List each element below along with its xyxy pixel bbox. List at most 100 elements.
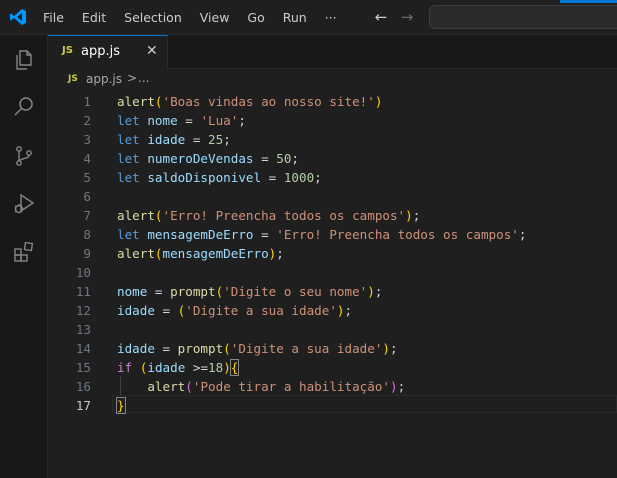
code-token: let (117, 132, 140, 147)
source-control-icon[interactable] (0, 134, 48, 178)
code-token: alert (117, 94, 155, 109)
code-text: let idade = 25; (117, 130, 231, 149)
line-number: 10 (75, 265, 91, 280)
code-token: alert (147, 379, 186, 394)
code-token: = (147, 284, 171, 299)
line-number: 4 (83, 151, 91, 166)
code-line[interactable]: 13 (48, 320, 617, 339)
code-token: ( (223, 341, 231, 356)
code-token: 'Digite a sua idade' (185, 303, 337, 318)
code-token: 50 (276, 151, 292, 166)
code-line[interactable]: 5 let saldoDisponivel = 1000; (48, 168, 617, 187)
code-line[interactable]: 15 if (idade >=18){ (48, 358, 617, 377)
code-line[interactable]: 9 alert(mensagemDeErro); (48, 244, 617, 263)
breadcrumb-file[interactable]: app.js (86, 72, 122, 86)
chevron-right-icon: > (127, 71, 138, 85)
line-number: 5 (83, 170, 91, 185)
code-token: 'Erro! Preencha todos os campos' (162, 208, 406, 223)
code-token: ; (238, 113, 246, 128)
search-icon[interactable] (0, 85, 48, 129)
code-token: ; (518, 227, 527, 242)
code-token: alert (117, 246, 155, 261)
code-token: { (229, 359, 240, 376)
breadcrumb: JS app.js > ... (48, 69, 617, 91)
explorer-icon[interactable] (0, 38, 48, 82)
tab-label: app.js (81, 44, 120, 59)
navigation-arrows: ← → (372, 8, 416, 26)
code-token: 18 (208, 360, 224, 375)
code-line[interactable]: 17} (48, 396, 617, 415)
code-token: ; (390, 341, 398, 356)
tab-app-js[interactable]: JS app.js ✕ (48, 35, 168, 69)
code-token: ; (397, 379, 406, 394)
run-debug-icon[interactable] (0, 182, 48, 226)
vscode-logo-icon[interactable] (9, 8, 27, 26)
code-token: idade (147, 360, 186, 375)
breadcrumb-more[interactable]: ... (138, 71, 149, 85)
code-token: prompt (170, 284, 216, 299)
menu-more[interactable]: ··· (316, 10, 346, 25)
code-token: let (117, 151, 140, 166)
code-token: ( (154, 208, 163, 223)
code-token: 'Digite a sua idade' (230, 341, 383, 356)
code-text: idade = ('Digite a sua idade'); (117, 301, 352, 320)
code-token: = (154, 303, 178, 318)
line-number: 16 (75, 379, 91, 394)
code-token: >= (185, 360, 209, 375)
line-number: 13 (75, 322, 91, 337)
code-line[interactable]: 4 let numeroDeVendas = 50; (48, 149, 617, 168)
code-line[interactable]: 16 alert('Pode tirar a habilitação'); (48, 377, 617, 396)
command-center-search[interactable] (429, 5, 617, 29)
code-editor[interactable]: 1 alert('Boas vindas ao nosso site!') 2 let… (48, 91, 617, 478)
code-line[interactable]: 1 alert('Boas vindas ao nosso site!') (48, 92, 617, 111)
code-line[interactable]: 7 alert('Erro! Preencha todos os campos')… (48, 206, 617, 225)
menu-edit[interactable]: Edit (73, 10, 115, 25)
code-line[interactable]: 2 let nome = 'Lua'; (48, 111, 617, 130)
code-token: ; (314, 170, 322, 185)
back-arrow-icon[interactable]: ← (372, 8, 390, 26)
code-token: ) (390, 379, 398, 394)
code-token: mensagemDeErro (147, 227, 254, 242)
line-number: 3 (83, 132, 91, 147)
code-token: alert (117, 208, 155, 223)
line-number: 1 (83, 94, 91, 109)
code-token: ; (276, 246, 284, 261)
code-token: = (253, 151, 277, 166)
close-icon[interactable]: ✕ (146, 43, 158, 59)
menu-go[interactable]: Go (238, 10, 273, 25)
code-token: let (117, 170, 140, 185)
code-line[interactable]: 10 (48, 263, 617, 282)
code-token: prompt (177, 341, 224, 356)
code-line[interactable]: 14 idade = prompt('Digite a sua idade'); (48, 339, 617, 358)
menu-view[interactable]: View (191, 10, 239, 25)
code-token: nome (117, 284, 148, 299)
line-number: 8 (83, 227, 91, 242)
code-token: ; (374, 284, 383, 299)
code-token: ; (291, 151, 300, 166)
code-token: ) (382, 341, 391, 356)
code-token: ) (374, 94, 383, 109)
extensions-icon[interactable] (0, 230, 48, 274)
code-line[interactable]: 12 idade = ('Digite a sua idade'); (48, 301, 617, 320)
code-line[interactable]: 8 let mensagemDeErro = 'Erro! Preencha to… (48, 225, 617, 244)
code-text: if (idade >=18){ (117, 358, 240, 377)
code-token: ) (367, 284, 375, 299)
javascript-file-icon: JS (68, 74, 78, 84)
code-line[interactable]: 11 nome = prompt('Digite o seu nome'); (48, 282, 617, 301)
code-token: idade (117, 303, 155, 318)
menu-run[interactable]: Run (274, 10, 316, 25)
code-token: nome (147, 113, 178, 128)
menu-selection[interactable]: Selection (115, 10, 191, 25)
menu-file[interactable]: File (34, 10, 73, 25)
code-text: nome = prompt('Digite o seu nome'); (117, 282, 382, 301)
code-token: 25 (208, 132, 224, 147)
code-token: } (116, 397, 126, 414)
forward-arrow-icon[interactable]: → (398, 8, 416, 26)
code-token: numeroDeVendas (147, 151, 254, 166)
code-line[interactable]: 3 let idade = 25; (48, 130, 617, 149)
code-token: idade (117, 341, 155, 356)
code-line[interactable]: 6 (48, 187, 617, 206)
code-token: if (117, 360, 133, 375)
